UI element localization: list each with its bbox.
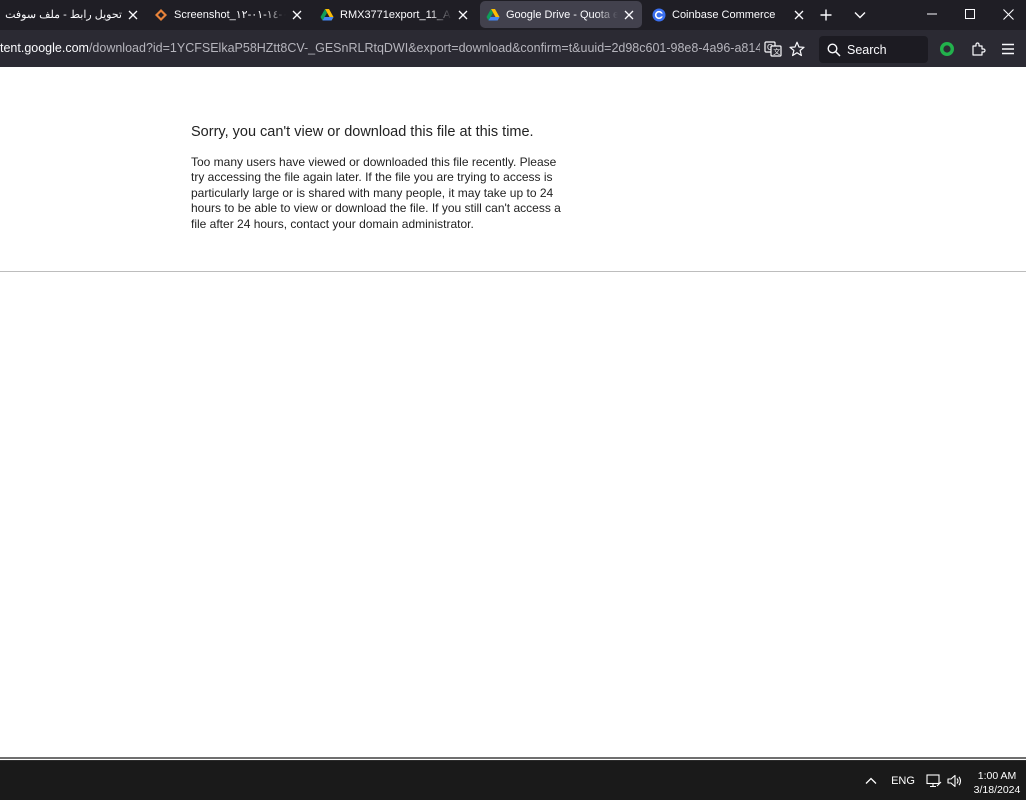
green-circle-icon [940,42,954,56]
taskbar: ENG 1:00 AM 3/18/2024 [0,760,1026,800]
error-title: Sorry, you can't view or download this f… [191,124,534,140]
clock[interactable]: 1:00 AM 3/18/2024 [968,769,1026,797]
tab-title: Coinbase Commerce [672,8,776,21]
url-bar[interactable]: tent.google.com/download?id=1YCFSElkaP58… [0,34,760,63]
divider [0,271,1026,272]
speaker-icon [947,774,962,788]
clock-time: 1:00 AM [977,770,1017,782]
url-domain: tent.google.com [0,41,89,55]
close-icon [1002,8,1014,20]
hamburger-menu-icon [1002,43,1014,55]
puzzle-icon [972,42,986,56]
clock-date: 3/18/2024 [973,784,1021,796]
minimize-button[interactable] [912,0,952,28]
tab-title: تحويل رابط - ملف سوفت م [4,9,122,21]
page-content: Sorry, you can't view or download this f… [0,67,1026,760]
tab-strip: تحويل رابط - ملف سوفت م Screenshot_٢٠٢٤-… [0,0,1026,30]
extensions-button[interactable] [967,38,989,60]
image-file-icon [154,8,168,22]
show-hidden-icons-button[interactable] [860,761,882,800]
tab-rmx-export[interactable]: RMX3771export_11_A.49_ [318,1,470,28]
browser-window: تحويل رابط - ملف سوفت م Screenshot_٢٠٢٤-… [0,0,1026,800]
network-icon [926,774,942,788]
error-message: Too many users have viewed or downloaded… [191,155,561,231]
volume-button[interactable] [945,761,965,800]
tab-soft-file[interactable]: تحويل رابط - ملف سوفت م [4,1,140,28]
close-icon[interactable] [126,8,140,22]
close-icon[interactable] [622,8,636,22]
translate-icon: G 文 [764,41,782,57]
maximize-icon [965,9,975,19]
language-indicator[interactable]: ENG [888,761,918,800]
tab-screenshot[interactable]: Screenshot_٢٠٢٤-٠٣-١٤-٠١-١٢ [152,1,304,28]
new-tab-button[interactable] [815,4,837,26]
url-path: /download?id=1YCFSElkaP58HZtt8CV-_GESnRL… [88,41,760,55]
close-icon[interactable] [792,8,806,22]
list-all-tabs-button[interactable] [849,4,871,26]
network-button[interactable] [924,761,944,800]
close-icon[interactable] [290,8,304,22]
tab-title: Screenshot_٢٠٢٤-٠٣-١٤-٠١-١٢ [174,9,286,21]
plus-icon [820,9,832,21]
close-icon[interactable] [456,8,470,22]
tab-coinbase-commerce[interactable]: Coinbase Commerce [650,1,806,28]
translate-button[interactable]: G 文 [762,38,784,60]
svg-text:文: 文 [773,47,780,56]
app-menu-button[interactable] [997,38,1019,60]
chevron-down-icon [854,12,866,19]
minimize-icon [927,13,937,15]
tab-title: RMX3771export_11_A.49_ [340,8,452,21]
search-icon [827,42,841,57]
coinbase-icon [652,8,666,22]
search-placeholder: Search [847,42,887,57]
tab-google-drive-quota[interactable]: Google Drive - Quota exce [480,1,642,28]
close-window-button[interactable] [988,0,1026,28]
search-input[interactable]: Search [819,36,928,63]
tab-title: Google Drive - Quota exce [506,8,618,21]
maximize-button[interactable] [950,0,990,28]
chevron-up-icon [865,777,877,784]
bookmark-button[interactable] [786,38,808,60]
star-icon [789,41,805,57]
google-drive-icon [486,8,500,22]
divider [0,757,1026,759]
google-drive-icon [320,8,334,22]
extension-status-button[interactable] [936,38,958,60]
